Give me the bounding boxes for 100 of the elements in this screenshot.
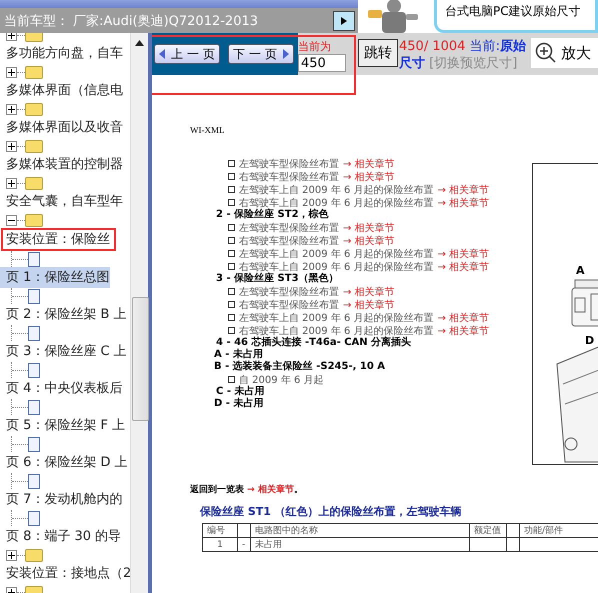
column-header: 电路图中的名称 (255, 526, 318, 536)
list-item-text: 右驾驶车上自 2009 年 6 月起的保险丝布置 (239, 196, 434, 208)
bullet-icon (228, 288, 235, 295)
document-icon (28, 510, 40, 526)
expand-icon[interactable] (6, 550, 17, 560)
folder-icon (25, 214, 43, 226)
section-link[interactable]: → 相关章节 (438, 260, 490, 274)
table-cell: - (242, 540, 246, 550)
tree-item[interactable]: 页 6：保险丝架 D 上 (0, 452, 130, 473)
tree-item[interactable]: 安装位置：保险丝 (1, 228, 116, 251)
banner-text: 台式电脑PC建议原始尺寸 (445, 4, 581, 18)
list-heading: A - 未占用 (213, 349, 264, 360)
tree-item[interactable]: 多媒体装置的控制器 (6, 154, 130, 175)
bullet-icon (228, 199, 235, 206)
table-title: 保险丝座 ST1 （红色）上的保险丝布置，左驾驶车辆 (200, 504, 463, 519)
list-item-text: 右驾驶车上自 2009 年 6 月起的保险丝布置 (239, 324, 434, 336)
document-icon (28, 252, 40, 266)
document-icon (28, 474, 40, 488)
bullet-icon (228, 173, 235, 180)
folder-icon (25, 66, 43, 78)
zoom-in-button[interactable]: 放大 (531, 38, 598, 68)
bullet-icon (228, 186, 235, 193)
section-link[interactable]: → 相关章节 (438, 196, 490, 210)
scrollbar[interactable] (130, 33, 148, 593)
page-label: 当前为 (298, 40, 332, 53)
section-link[interactable]: → 相关章节 (343, 298, 395, 312)
bullet-icon (228, 237, 235, 244)
connector-label: D (585, 334, 594, 347)
folder-icon (25, 176, 43, 190)
jump-button[interactable]: 跳转 (358, 39, 398, 67)
section-link[interactable]: → 相关章节 (438, 324, 490, 338)
document-header: WI-XML (190, 125, 226, 135)
section-link[interactable]: → 相关章节 (438, 182, 490, 196)
tree-item[interactable]: 页 7：发动机舱内的 (0, 489, 130, 510)
list-item-text: 左驾驶车型保险丝布置 (239, 158, 339, 170)
bullet-icon (228, 224, 235, 231)
document-icon (28, 400, 40, 414)
table-cell: 1 (217, 540, 223, 550)
expand-icon[interactable] (6, 178, 17, 188)
list-item-text: 左驾驶车上自 2009 年 6 月起的保险丝布置 (239, 248, 434, 260)
list-item-text: 右驾驶车型保险丝布置 (239, 234, 339, 248)
list-heading: D - 未占用 (213, 398, 264, 410)
panel-toggle-button[interactable] (333, 10, 355, 30)
bullet-icon (228, 250, 235, 257)
bullet-icon (228, 160, 235, 167)
section-link[interactable]: → 相关章节 (247, 485, 294, 495)
document-icon (28, 288, 40, 304)
section-link[interactable]: → 相关章节 (343, 220, 395, 234)
list-heading: C - 未占用 (215, 386, 266, 398)
expand-icon[interactable] (6, 140, 17, 152)
section-link[interactable]: → 相关章节 (343, 284, 395, 298)
list-item-text: 右驾驶车型保险丝布置 (239, 298, 339, 312)
next-page-button[interactable]: 下 一 页 (228, 44, 294, 64)
tree-item[interactable]: 页 8：端子 30 的导 (0, 526, 130, 547)
section-link[interactable]: → 相关章节 (343, 234, 395, 248)
bullet-icon (228, 327, 235, 334)
tree-item[interactable]: 多功能方向盘，自车 (6, 43, 130, 64)
previous-page-button[interactable]: 上 一 页 (154, 44, 220, 64)
column-header: 功能/部件 (524, 526, 564, 536)
expand-icon[interactable] (6, 104, 17, 114)
back-to-list-sentence: 返回到一览表 → 相关章节。 (190, 483, 304, 496)
expand-icon[interactable] (6, 66, 17, 78)
tree-item[interactable]: 页 5：保险丝架 F 上 (0, 415, 130, 436)
folder-icon (25, 102, 43, 116)
list-item-text: 左驾驶车上自 2009 年 6 月起的保险丝布置 (239, 312, 434, 324)
list-item-text: 左驾驶车上自 2009 年 6 月起的保险丝布置 (239, 184, 434, 196)
tree-item[interactable]: 页 4：中央仪表板后 (0, 378, 130, 399)
folder-icon (25, 140, 43, 152)
list-heading: 4 - 46 芯插头连接 -T46a- CAN 分离插头 (215, 337, 412, 348)
folder-icon (25, 548, 43, 562)
list-heading: B - 选装装备主保险丝 -S245-, 10 A (213, 361, 386, 373)
connector-label: A (576, 264, 585, 277)
list-heading: 3 - 保险丝座 ST3（黑色） (215, 273, 339, 285)
tree-item[interactable]: 页 2：保险丝架 B 上 (0, 304, 130, 325)
column-header: 额定值 (474, 526, 501, 536)
scroll-up-icon[interactable] (134, 40, 144, 46)
list-heading: 2 - 保险丝座 ST2，棕色 (215, 209, 330, 221)
tree-item[interactable]: 页 3：保险丝座 C 上 (0, 341, 130, 362)
bullet-icon (228, 301, 235, 308)
list-item-text: 右驾驶车上自 2009 年 6 月起的保险丝布置 (239, 260, 434, 272)
section-link[interactable]: → 相关章节 (438, 246, 490, 260)
section-link[interactable]: → 相关章节 (438, 310, 490, 324)
bullet-icon (228, 376, 235, 383)
tree-item[interactable]: 多媒体界面（信息电 (6, 80, 130, 101)
tree-item[interactable]: 安全气囊，自车型年 (6, 191, 130, 212)
list-item-text: 左驾驶车型保险丝布置 (239, 286, 339, 298)
document-icon (28, 326, 40, 340)
arrow-right-icon (340, 16, 348, 26)
tree-item[interactable]: 多媒体界面以及收音 (6, 117, 130, 138)
page-input[interactable]: 450 (298, 54, 346, 72)
list-item-text: 右驾驶车型保险丝布置 (239, 170, 339, 184)
vehicle-title: 当前车型： 厂家:Audi(奥迪)Q72012-2013 (4, 12, 258, 30)
page-status-text: 450/ 1004 当前:原始尺寸 [切换预览尺寸] (398, 38, 527, 72)
list-item-text: 自 2009 年 6 月起 (239, 374, 324, 386)
collapse-icon[interactable] (6, 214, 17, 226)
scroll-thumb[interactable] (132, 297, 149, 421)
section-link[interactable]: → 相关章节 (343, 156, 395, 170)
tree-item[interactable]: 页 1：保险丝总图 (0, 267, 110, 288)
tree-item[interactable]: 安装位置：接地点（2 (6, 563, 130, 584)
section-link[interactable]: → 相关章节 (343, 170, 395, 184)
